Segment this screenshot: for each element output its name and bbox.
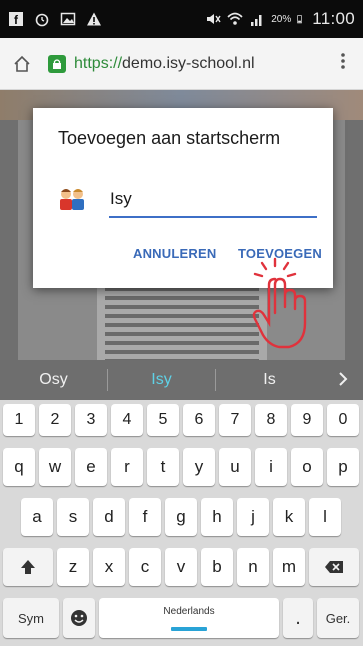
more-vert-icon xyxy=(341,52,345,69)
key-4[interactable]: 4 xyxy=(111,404,143,436)
key-k[interactable]: k xyxy=(273,498,305,536)
lock-icon xyxy=(48,54,66,73)
key-0[interactable]: 0 xyxy=(327,404,359,436)
tap-gesture-icon xyxy=(252,257,307,349)
page-document xyxy=(97,282,267,360)
dialog-title: Toevoegen aan startscherm xyxy=(58,128,281,148)
cancel-button[interactable]: ANNULEREN xyxy=(133,246,216,261)
battery-icon xyxy=(297,15,303,24)
key-v[interactable]: v xyxy=(165,548,197,586)
shift-icon xyxy=(21,560,35,574)
mute-icon xyxy=(207,14,221,24)
facebook-icon: f xyxy=(9,12,23,27)
key-m[interactable]: m xyxy=(273,548,305,586)
key-d[interactable]: d xyxy=(93,498,125,536)
period-key[interactable]: . xyxy=(283,598,313,638)
key-7[interactable]: 7 xyxy=(219,404,251,436)
key-e[interactable]: e xyxy=(75,448,107,486)
suggestion-bar: Osy Isy Is xyxy=(0,360,363,400)
url-host: demo.isy-school.nl xyxy=(122,54,255,72)
key-f[interactable]: f xyxy=(129,498,161,536)
sym-key[interactable]: Sym xyxy=(3,598,59,638)
clock: 11:00 xyxy=(312,9,355,28)
key-c[interactable]: c xyxy=(129,548,161,586)
key-y[interactable]: y xyxy=(183,448,215,486)
key-9[interactable]: 9 xyxy=(291,404,323,436)
chevron-right-icon xyxy=(339,371,348,386)
home-button[interactable] xyxy=(10,52,34,76)
overflow-menu-button[interactable] xyxy=(333,52,353,76)
wifi-icon xyxy=(227,12,243,25)
key-z[interactable]: z xyxy=(57,548,89,586)
suggestion-item[interactable]: Osy xyxy=(0,371,107,389)
emoji-key[interactable] xyxy=(63,598,95,638)
warning-icon xyxy=(87,12,101,26)
keyboard: 1 2 3 4 5 6 7 8 9 0 q w e r t y u i o p … xyxy=(0,400,363,646)
key-h[interactable]: h xyxy=(201,498,233,536)
key-j[interactable]: j xyxy=(237,498,269,536)
key-2[interactable]: 2 xyxy=(39,404,71,436)
key-u[interactable]: u xyxy=(219,448,251,486)
key-n[interactable]: n xyxy=(237,548,269,586)
space-language-label: Nederlands xyxy=(163,606,215,617)
alarm-icon xyxy=(35,13,49,27)
shortcut-name-input[interactable] xyxy=(109,184,317,218)
go-key[interactable]: Ger. xyxy=(317,598,359,638)
key-6[interactable]: 6 xyxy=(183,404,215,436)
url-scheme: https:// xyxy=(74,54,123,72)
key-5[interactable]: 5 xyxy=(147,404,179,436)
key-o[interactable]: o xyxy=(291,448,323,486)
key-8[interactable]: 8 xyxy=(255,404,287,436)
key-t[interactable]: t xyxy=(147,448,179,486)
signal-icon xyxy=(251,15,262,26)
app-icon xyxy=(60,189,84,210)
key-3[interactable]: 3 xyxy=(75,404,107,436)
key-q[interactable]: q xyxy=(3,448,35,486)
suggestion-item[interactable]: Is xyxy=(216,371,323,389)
battery-percent: 20% xyxy=(271,13,292,25)
key-x[interactable]: x xyxy=(93,548,125,586)
suggestion-item-selected[interactable]: Isy xyxy=(108,371,215,389)
backspace-icon xyxy=(325,561,343,573)
key-p[interactable]: p xyxy=(327,448,359,486)
url-field[interactable]: https://demo.isy-school.nl xyxy=(48,54,255,73)
space-indicator xyxy=(171,627,207,631)
key-l[interactable]: l xyxy=(309,498,341,536)
key-r[interactable]: r xyxy=(111,448,143,486)
home-icon xyxy=(14,55,30,72)
expand-suggestions-button[interactable] xyxy=(323,370,363,391)
backspace-key[interactable] xyxy=(309,548,359,586)
image-icon xyxy=(60,12,76,26)
key-i[interactable]: i xyxy=(255,448,287,486)
emoji-icon xyxy=(71,610,87,626)
shift-key[interactable] xyxy=(3,548,53,586)
key-s[interactable]: s xyxy=(57,498,89,536)
space-key[interactable]: Nederlands xyxy=(99,598,279,638)
status-bar: f 20% 11:00 xyxy=(0,0,363,38)
key-b[interactable]: b xyxy=(201,548,233,586)
address-bar: https://demo.isy-school.nl xyxy=(0,38,363,90)
key-1[interactable]: 1 xyxy=(3,404,35,436)
key-g[interactable]: g xyxy=(165,498,197,536)
key-a[interactable]: a xyxy=(21,498,53,536)
key-w[interactable]: w xyxy=(39,448,71,486)
